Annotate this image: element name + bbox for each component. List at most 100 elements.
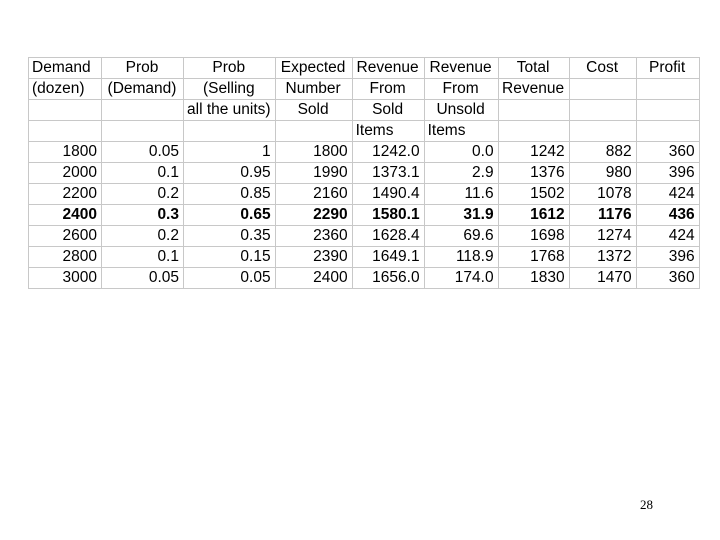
- table-cell: 424: [635, 225, 700, 247]
- table-cell: 0.95: [183, 162, 276, 184]
- table-cell: 980: [568, 162, 637, 184]
- table-row: 3000 0.05 0.05 2400 1656.0 174.0 1830 1470 360: [28, 267, 700, 289]
- table-cell: 0.2: [101, 225, 184, 247]
- table-cell: 0.65: [183, 204, 276, 226]
- table-cell: 1376: [497, 162, 570, 184]
- header-row: Demand Prob Prob Expected Revenue Revenue Tota…: [28, 57, 700, 79]
- table-cell: 69.6: [423, 225, 499, 247]
- table-cell: 1242: [497, 141, 570, 163]
- header-cell: (Demand): [101, 78, 184, 100]
- page-number: 28: [640, 497, 653, 512]
- table-cell: 396: [635, 162, 700, 184]
- table-cell: 0.15: [183, 246, 276, 268]
- table-cell: 11.6: [423, 183, 499, 205]
- table-cell: 2600: [28, 225, 102, 247]
- header-cell: Total: [497, 57, 570, 79]
- table-row: 2200 0.2 0.85 2160 1490.4 11.6 1502 1078 424: [28, 183, 700, 205]
- table-row: 2400 0.3 0.65 2290 1580.1 31.9 1612 1176 436: [28, 204, 700, 226]
- header-cell: From: [351, 78, 425, 100]
- table-row: 2000 0.1 0.95 1990 1373.1 2.9 1376 980 396: [28, 162, 700, 184]
- header-cell: Prob: [183, 57, 276, 79]
- table-cell: 3000: [28, 267, 102, 289]
- header-cell: [101, 99, 184, 121]
- header-cell: all the units): [183, 99, 276, 121]
- table-cell: 1649.1: [351, 246, 425, 268]
- table-cell: 1800: [28, 141, 102, 163]
- table-row: 2800 0.1 0.15 2390 1649.1 118.9 1768 1372 396: [28, 246, 700, 268]
- table-cell: 1628.4: [351, 225, 425, 247]
- table-cell: 0.0: [423, 141, 499, 163]
- table-cell: 2200: [28, 183, 102, 205]
- table-cell: 0.35: [183, 225, 276, 247]
- table-cell: 436: [635, 204, 700, 226]
- table-cell: 0.1: [101, 246, 184, 268]
- table-cell: 1656.0: [351, 267, 425, 289]
- table-cell: 1: [183, 141, 276, 163]
- header-cell: Revenue: [351, 57, 425, 79]
- table-cell: 1502: [497, 183, 570, 205]
- table-cell: 2800: [28, 246, 102, 268]
- table-cell: 2.9: [423, 162, 499, 184]
- table-cell: 1372: [568, 246, 637, 268]
- table-cell: 1800: [274, 141, 353, 163]
- header-cell: [274, 120, 353, 142]
- table-cell: 360: [635, 141, 700, 163]
- header-cell: [497, 99, 570, 121]
- table-cell: 424: [635, 183, 700, 205]
- table-cell: 0.05: [101, 141, 184, 163]
- header-cell: Number: [274, 78, 353, 100]
- table-cell: 2400: [274, 267, 353, 289]
- table-row: 1800 0.05 1 1800 1242.0 0.0 1242 882 360: [28, 141, 700, 163]
- header-row: Items Items: [28, 120, 700, 142]
- header-cell: Profit: [635, 57, 700, 79]
- table-cell: 1470: [568, 267, 637, 289]
- header-cell: [101, 120, 184, 142]
- header-row: (dozen) (Demand) (Selling Number From From Rev…: [28, 78, 700, 100]
- header-cell: From: [423, 78, 499, 100]
- header-cell: Demand: [28, 57, 102, 79]
- table-cell: 1698: [497, 225, 570, 247]
- header-cell: Sold: [274, 99, 353, 121]
- header-cell: Unsold: [423, 99, 499, 121]
- header-cell: Cost: [568, 57, 637, 79]
- header-cell: [568, 78, 637, 100]
- table-cell: 0.85: [183, 183, 276, 205]
- table-cell: 1580.1: [351, 204, 425, 226]
- table-cell: 882: [568, 141, 637, 163]
- table-cell: 174.0: [423, 267, 499, 289]
- header-cell: Expected: [274, 57, 353, 79]
- table-cell: 0.05: [101, 267, 184, 289]
- table-cell: 1274: [568, 225, 637, 247]
- header-cell: [497, 120, 570, 142]
- header-cell: [183, 120, 276, 142]
- header-cell: [635, 120, 700, 142]
- table-cell: 31.9: [423, 204, 499, 226]
- table-cell: 0.3: [101, 204, 184, 226]
- table-cell: 0.05: [183, 267, 276, 289]
- table-cell: 360: [635, 267, 700, 289]
- header-cell: Revenue: [423, 57, 499, 79]
- header-cell: (dozen): [28, 78, 102, 100]
- table-cell: 1373.1: [351, 162, 425, 184]
- header-cell: Sold: [351, 99, 425, 121]
- header-cell: Revenue: [497, 78, 570, 100]
- header-cell: [568, 99, 637, 121]
- table-cell: 2160: [274, 183, 353, 205]
- profit-table: Demand Prob Prob Expected Revenue Revenue Tota…: [28, 57, 700, 289]
- table-cell: 2360: [274, 225, 353, 247]
- table-cell: 118.9: [423, 246, 499, 268]
- table-cell: 396: [635, 246, 700, 268]
- table-row: 2600 0.2 0.35 2360 1628.4 69.6 1698 1274 424: [28, 225, 700, 247]
- table-cell: 1078: [568, 183, 637, 205]
- header-cell: Prob: [101, 57, 184, 79]
- table-cell: 1242.0: [351, 141, 425, 163]
- header-cell: Items: [423, 120, 499, 142]
- table-cell: 2400: [28, 204, 102, 226]
- table-cell: 2000: [28, 162, 102, 184]
- header-cell: [568, 120, 637, 142]
- table-cell: 1990: [274, 162, 353, 184]
- table-cell: 1768: [497, 246, 570, 268]
- header-cell: (Selling: [183, 78, 276, 100]
- table-cell: 2390: [274, 246, 353, 268]
- table-cell: 0.2: [101, 183, 184, 205]
